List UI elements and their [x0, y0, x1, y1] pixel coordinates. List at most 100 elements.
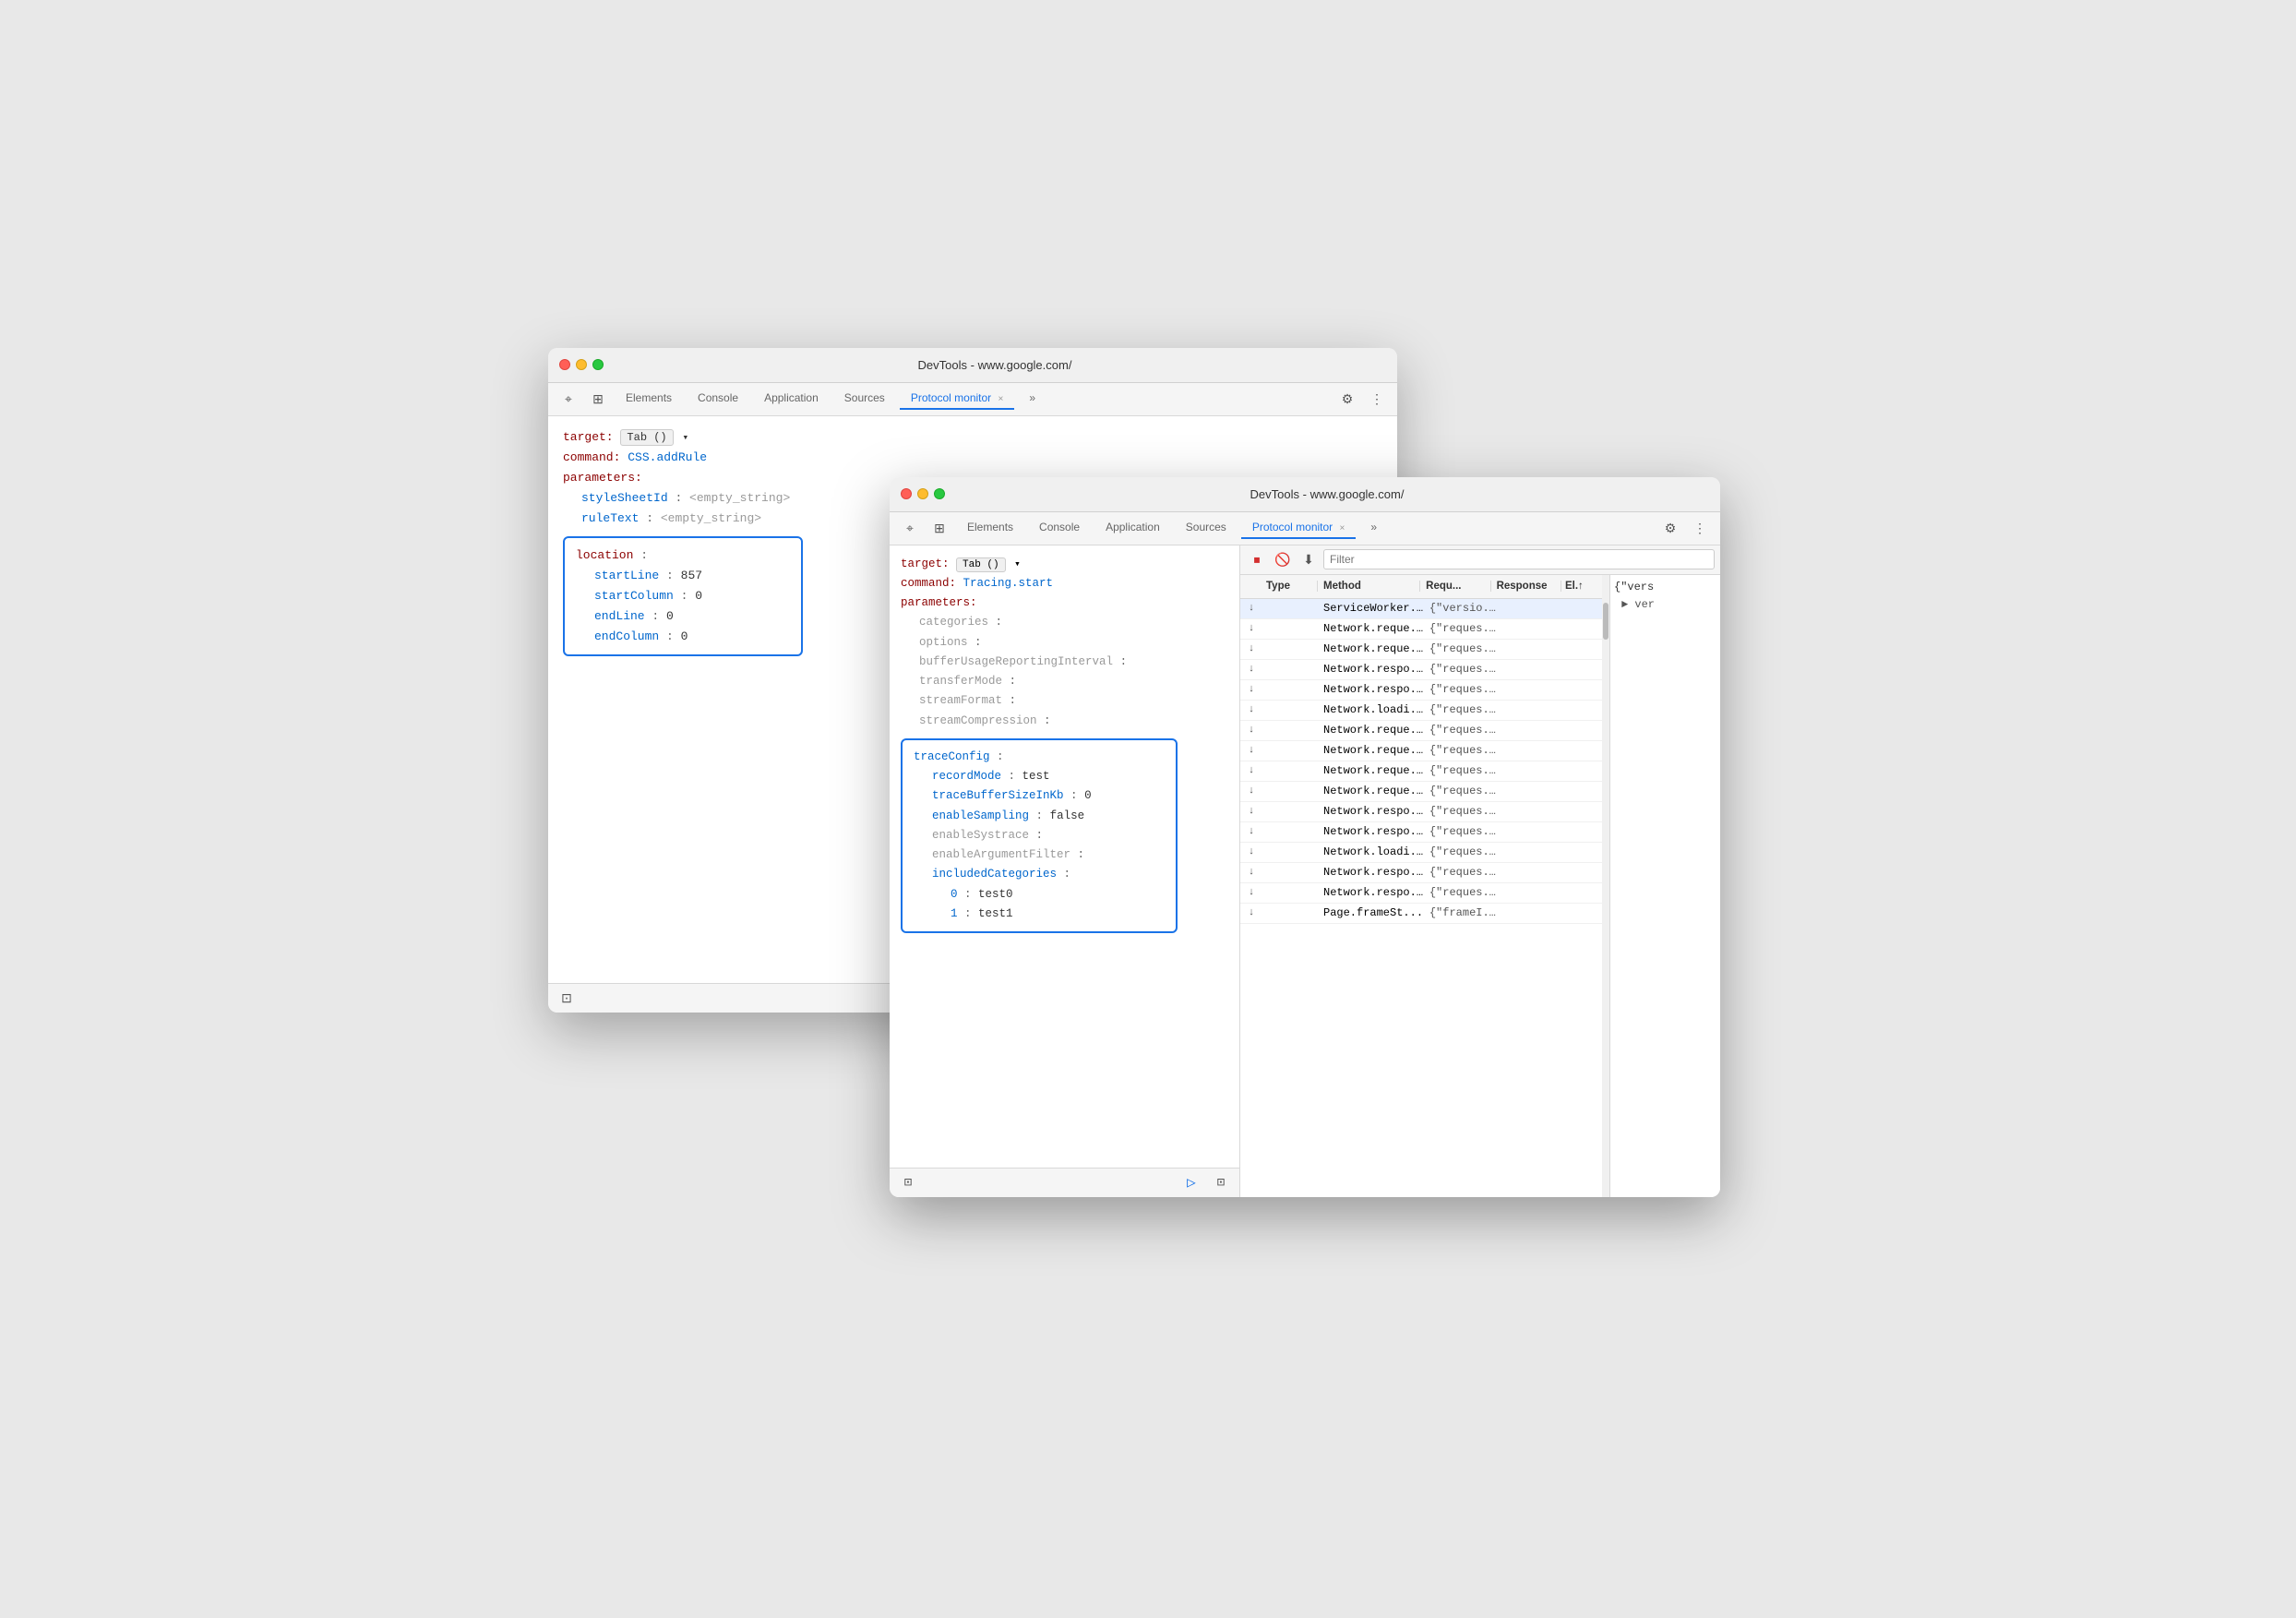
- target-line: target: Tab () ▾: [563, 427, 1382, 448]
- filter-input[interactable]: [1323, 549, 1715, 569]
- requ-cell: {"versio...: [1424, 602, 1497, 615]
- location-header-line: location :: [576, 545, 790, 566]
- front-maximize-button[interactable]: [934, 488, 945, 499]
- tab-console-front[interactable]: Console: [1028, 517, 1091, 539]
- front-target-dropdown-icon[interactable]: ▾: [1014, 559, 1021, 570]
- front-params-line: parameters:: [901, 593, 1228, 613]
- start-column-line: startColumn : 0: [576, 586, 790, 606]
- tab-protocol-monitor-front[interactable]: Protocol monitor ×: [1241, 517, 1357, 539]
- th-requ: Requ...: [1420, 581, 1490, 592]
- table-row[interactable]: ↓ Network.reque... {"reques...: [1240, 741, 1602, 761]
- record-panel-icon[interactable]: ⊡: [1210, 1171, 1232, 1193]
- table-row[interactable]: ↓ Network.reque... {"reques...: [1240, 721, 1602, 741]
- front-traffic-lights: [901, 488, 945, 499]
- tab-more-back[interactable]: »: [1018, 388, 1046, 410]
- th-type: Type: [1262, 581, 1318, 592]
- left-bottom-bar: ⊡ ▷ ⊡: [890, 1168, 1239, 1197]
- download-button[interactable]: ⬇: [1297, 548, 1320, 570]
- categories-line: categories :: [901, 613, 1228, 632]
- table-container: Type Method Requ... Response El.↑ ↓: [1240, 575, 1602, 1197]
- dots-icon-back[interactable]: ⋮: [1364, 386, 1390, 412]
- table-row[interactable]: ↓ Network.reque... {"reques...: [1240, 619, 1602, 640]
- table-row[interactable]: ↓ Network.reque... {"reques...: [1240, 761, 1602, 782]
- close-button[interactable]: [559, 359, 570, 370]
- location-box: location : startLine : 857 startColumn :…: [563, 536, 803, 656]
- cursor-icon[interactable]: ⌖: [556, 386, 581, 412]
- trace-config-container: traceConfig : recordMode : test traceBuf…: [901, 735, 1228, 937]
- table-row[interactable]: ↓ Network.respo... {"reques...: [1240, 883, 1602, 904]
- dots-icon-front[interactable]: ⋮: [1687, 515, 1713, 541]
- transfer-line: transferMode :: [901, 672, 1228, 691]
- front-minimize-button[interactable]: [917, 488, 928, 499]
- gear-icon-front[interactable]: ⚙: [1657, 515, 1683, 541]
- tab-close-front[interactable]: ×: [1340, 523, 1345, 533]
- gear-icon-back[interactable]: ⚙: [1334, 386, 1360, 412]
- layers-icon-front[interactable]: ⊞: [927, 515, 952, 541]
- tab-console-back[interactable]: Console: [687, 388, 749, 410]
- front-window-title: DevTools - www.google.com/: [945, 487, 1709, 501]
- options-line: options :: [901, 633, 1228, 653]
- table-row[interactable]: ↓ Network.respo... {"reques...: [1240, 680, 1602, 701]
- tab-protocol-monitor-back[interactable]: Protocol monitor ×: [900, 388, 1015, 410]
- layers-icon[interactable]: ⊞: [585, 386, 611, 412]
- front-target-selector[interactable]: Tab (): [956, 557, 1006, 572]
- table-row[interactable]: ↓ ServiceWorker... {"versio...: [1240, 599, 1602, 619]
- dock-icon-front[interactable]: ⊡: [897, 1171, 919, 1193]
- front-toolbar-right: ⚙ ⋮: [1657, 515, 1713, 541]
- target-dropdown-icon[interactable]: ▾: [682, 433, 688, 444]
- table-row[interactable]: ↓ Network.respo... {"reques...: [1240, 660, 1602, 680]
- back-toolbar: ⌖ ⊞ Elements Console Application Sources…: [548, 383, 1397, 416]
- trace-config-box: traceConfig : recordMode : test traceBuf…: [901, 738, 1178, 933]
- tab-elements-back[interactable]: Elements: [615, 388, 683, 410]
- tab-elements-front[interactable]: Elements: [956, 517, 1024, 539]
- th-el: El.↑: [1561, 581, 1595, 592]
- traffic-lights: [559, 359, 604, 370]
- tab-application-front[interactable]: Application: [1094, 517, 1171, 539]
- left-pane: target: Tab () ▾ command: Tracing.start …: [890, 545, 1240, 1197]
- table-row[interactable]: ↓ Network.respo... {"reques...: [1240, 822, 1602, 843]
- table-row[interactable]: ↓ Network.respo... {"reques...: [1240, 802, 1602, 822]
- start-line-line: startLine : 857: [576, 566, 790, 586]
- scrollbar-thumb[interactable]: [1603, 603, 1608, 640]
- table-row[interactable]: ↓ Network.reque... {"reques...: [1240, 782, 1602, 802]
- end-column-line: endColumn : 0: [576, 627, 790, 647]
- tab-application-back[interactable]: Application: [753, 388, 830, 410]
- send-button[interactable]: ▷: [1180, 1171, 1202, 1193]
- back-toolbar-right: ⚙ ⋮: [1334, 386, 1390, 412]
- target-selector[interactable]: Tab (): [620, 429, 673, 446]
- enable-arg-line: enableArgumentFilter :: [914, 845, 1165, 865]
- front-target-line: target: Tab () ▾: [901, 555, 1228, 574]
- split-pane: target: Tab () ▾ command: Tracing.start …: [890, 545, 1720, 1197]
- item1-line: 1 : test1: [914, 905, 1165, 924]
- right-split: Type Method Requ... Response El.↑ ↓: [1240, 575, 1720, 1197]
- left-content: target: Tab () ▾ command: Tracing.start …: [890, 545, 1239, 1168]
- th-response: Response: [1491, 581, 1561, 592]
- record-stop-button[interactable]: ⏹: [1246, 548, 1268, 570]
- tree-pane: {"vers ► ver: [1609, 575, 1720, 1197]
- maximize-button[interactable]: [592, 359, 604, 370]
- front-close-button[interactable]: [901, 488, 912, 499]
- front-window: DevTools - www.google.com/ ⌖ ⊞ Elements …: [890, 477, 1720, 1197]
- table-row[interactable]: ↓ Network.loadi... {"reques...: [1240, 701, 1602, 721]
- tab-close-back[interactable]: ×: [999, 394, 1004, 404]
- trace-buf-line: traceBufferSizeInKb : 0: [914, 786, 1165, 806]
- command-line: command: CSS.addRule: [563, 448, 1382, 468]
- buffer-line: bufferUsageReportingInterval :: [901, 653, 1228, 672]
- end-line-line: endLine : 0: [576, 606, 790, 627]
- table-row[interactable]: ↓ Network.reque... {"reques...: [1240, 640, 1602, 660]
- table-row[interactable]: ↓ Network.loadi... {"reques...: [1240, 843, 1602, 863]
- tab-sources-back[interactable]: Sources: [833, 388, 896, 410]
- tab-more-front[interactable]: »: [1359, 517, 1388, 539]
- clear-button[interactable]: 🚫: [1272, 548, 1294, 570]
- right-pane: ⏹ 🚫 ⬇ Type Method Requ... Respon: [1240, 545, 1720, 1197]
- dock-icon-back[interactable]: ⊡: [556, 987, 578, 1009]
- tab-sources-front[interactable]: Sources: [1175, 517, 1238, 539]
- minimize-button[interactable]: [576, 359, 587, 370]
- table-row[interactable]: ↓ Page.frameSt... {"frameI...: [1240, 904, 1602, 924]
- scrollbar[interactable]: [1602, 575, 1609, 1197]
- table-row[interactable]: ↓ Network.respo... {"reques...: [1240, 863, 1602, 883]
- cursor-icon-front[interactable]: ⌖: [897, 515, 923, 541]
- enable-systrace-line: enableSystrace :: [914, 826, 1165, 845]
- table-body[interactable]: ↓ ServiceWorker... {"versio... ↓ Netwo: [1240, 599, 1602, 1197]
- item0-line: 0 : test0: [914, 885, 1165, 905]
